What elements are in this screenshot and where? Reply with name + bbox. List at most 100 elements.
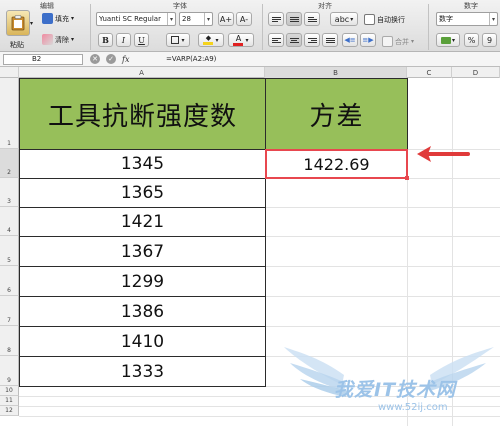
chevron-down-icon: ▾ [489, 13, 497, 25]
row-header-12[interactable]: 12 [0, 406, 19, 416]
clear-button[interactable]: 清除 ▾ [42, 34, 74, 45]
cell-a4[interactable]: 1421 [19, 208, 266, 237]
merge-button[interactable]: 合并 ▾ [382, 36, 414, 47]
bold-button[interactable]: B [98, 33, 113, 47]
clipboard-icon [11, 15, 25, 31]
font-color-button[interactable]: A ▾ [228, 33, 254, 47]
cell-a2[interactable]: 1345 [19, 150, 266, 179]
font-color-icon: A [233, 34, 244, 46]
font-size-select[interactable]: 28 ▾ [179, 12, 213, 26]
align-center-button[interactable] [286, 33, 302, 47]
confirm-edit-icon[interactable]: ✓ [106, 54, 116, 64]
border-icon [171, 36, 180, 44]
currency-format-button[interactable]: ▾ [436, 33, 460, 47]
row-header-3[interactable]: 3 [0, 178, 19, 207]
separator [262, 4, 263, 50]
row-header-5[interactable]: 5 [0, 236, 19, 266]
merge-label: 合并 [395, 37, 409, 46]
watermark-logo: 我爱IT技术网 www.52ij.com [282, 345, 497, 423]
decrease-indent-button[interactable]: ◀≡ [342, 33, 358, 47]
paint-bucket-icon: ◆ [203, 35, 214, 45]
chevron-down-icon: ▾ [71, 36, 75, 43]
watermark-title: 我爱IT技术网 [334, 379, 457, 401]
cell-a3[interactable]: 1365 [19, 179, 266, 208]
fill-color-button[interactable]: ◆ ▾ [198, 33, 224, 47]
fill-down-icon [42, 13, 53, 24]
column-header-b[interactable]: B [265, 67, 407, 78]
insert-function-icon[interactable]: fx [122, 55, 129, 64]
cell-reference: B2 [32, 55, 42, 63]
formula-input[interactable]: =VARP(A2:A9) [166, 54, 216, 65]
cell-b2-selected[interactable]: 1422.69 [265, 149, 409, 180]
row-header-9[interactable]: 9 [0, 356, 19, 386]
paste-dropdown-arrow[interactable]: ▾ [30, 20, 33, 27]
indent-icon: ≡▶ [362, 36, 374, 44]
orientation-label: abc [334, 14, 350, 24]
justify-button[interactable] [322, 33, 338, 47]
align-top-icon [271, 16, 281, 22]
font-size-value: 28 [182, 15, 191, 23]
chevron-down-icon: ▾ [215, 36, 219, 44]
column-header-a[interactable]: A [19, 67, 265, 78]
increase-indent-button[interactable]: ≡▶ [360, 33, 376, 47]
cancel-edit-icon[interactable]: ✕ [90, 54, 100, 64]
outdent-icon: ◀≡ [344, 36, 356, 44]
row-header-4[interactable]: 4 [0, 207, 19, 236]
chevron-down-icon: ▾ [167, 13, 175, 25]
fill-button[interactable]: 填充 ▾ [42, 13, 74, 24]
align-top-button[interactable] [268, 12, 284, 26]
select-all-corner[interactable] [0, 67, 19, 78]
cell-a9[interactable]: 1333 [19, 357, 266, 387]
fill-label: 填充 [55, 14, 69, 23]
group-label-align: 对齐 [318, 2, 332, 10]
banknote-icon [440, 36, 451, 44]
row-header-7[interactable]: 7 [0, 296, 19, 326]
column-header-c[interactable]: C [407, 67, 452, 78]
wrap-text-icon [364, 14, 375, 25]
increase-font-button[interactable]: A+ [218, 12, 234, 26]
text-orientation-button[interactable]: abc ▾ [330, 12, 358, 26]
row-header-6[interactable]: 6 [0, 266, 19, 296]
cell-a7[interactable]: 1386 [19, 297, 266, 327]
formula-bar: B2 ✕ ✓ fx =VARP(A2:A9) [0, 52, 500, 67]
row-header-8[interactable]: 8 [0, 326, 19, 356]
row-header-10[interactable]: 10 [0, 386, 19, 396]
column-header-d[interactable]: D [452, 67, 500, 78]
chevron-down-icon: ▾ [245, 36, 249, 44]
align-right-icon [307, 37, 317, 43]
eraser-icon [42, 34, 53, 45]
cell-a8[interactable]: 1410 [19, 327, 266, 357]
paste-button[interactable] [6, 10, 30, 36]
clear-label: 清除 [55, 35, 69, 44]
number-format-select[interactable]: 数字 ▾ [436, 12, 498, 26]
borders-button[interactable]: ▾ [166, 33, 190, 47]
align-left-button[interactable] [268, 33, 284, 47]
italic-button[interactable]: I [116, 33, 131, 47]
number-format-value: 数字 [439, 15, 453, 23]
cell-a6[interactable]: 1299 [19, 267, 266, 297]
row-header-1[interactable]: 1 [0, 78, 19, 149]
ribbon-toolbar: 编辑 字体 对齐 数字 粘贴 ▾ 填充 ▾ 清除 ▾ Yuanti SC Reg… [0, 0, 500, 52]
wrap-text-label: 自动换行 [377, 15, 405, 24]
cell-b1-header[interactable]: 方差 [265, 78, 408, 150]
align-bottom-button[interactable] [304, 12, 320, 26]
comma-style-button[interactable]: 9 [482, 33, 497, 47]
underline-button[interactable]: U [134, 33, 149, 47]
row-header-2[interactable]: 2 [0, 149, 19, 178]
align-right-button[interactable] [304, 33, 320, 47]
font-name-select[interactable]: Yuanti SC Regular ▾ [96, 12, 176, 26]
wrap-text-button[interactable]: 自动换行 [364, 14, 405, 25]
merge-cells-icon [382, 36, 393, 47]
cell-a5[interactable]: 1367 [19, 237, 266, 267]
chevron-down-icon: ▾ [204, 13, 212, 25]
column-headers: A B C D [0, 67, 500, 78]
font-name-value: Yuanti SC Regular [99, 15, 161, 23]
row-header-11[interactable]: 11 [0, 396, 19, 406]
align-middle-icon [289, 16, 299, 22]
chevron-down-icon: ▾ [350, 15, 354, 23]
percent-button[interactable]: % [464, 33, 479, 47]
cell-a1-header[interactable]: 工具抗断强度数 [19, 78, 266, 150]
align-middle-button[interactable] [286, 12, 302, 26]
decrease-font-button[interactable]: A- [236, 12, 252, 26]
name-box[interactable]: B2 [3, 54, 83, 65]
